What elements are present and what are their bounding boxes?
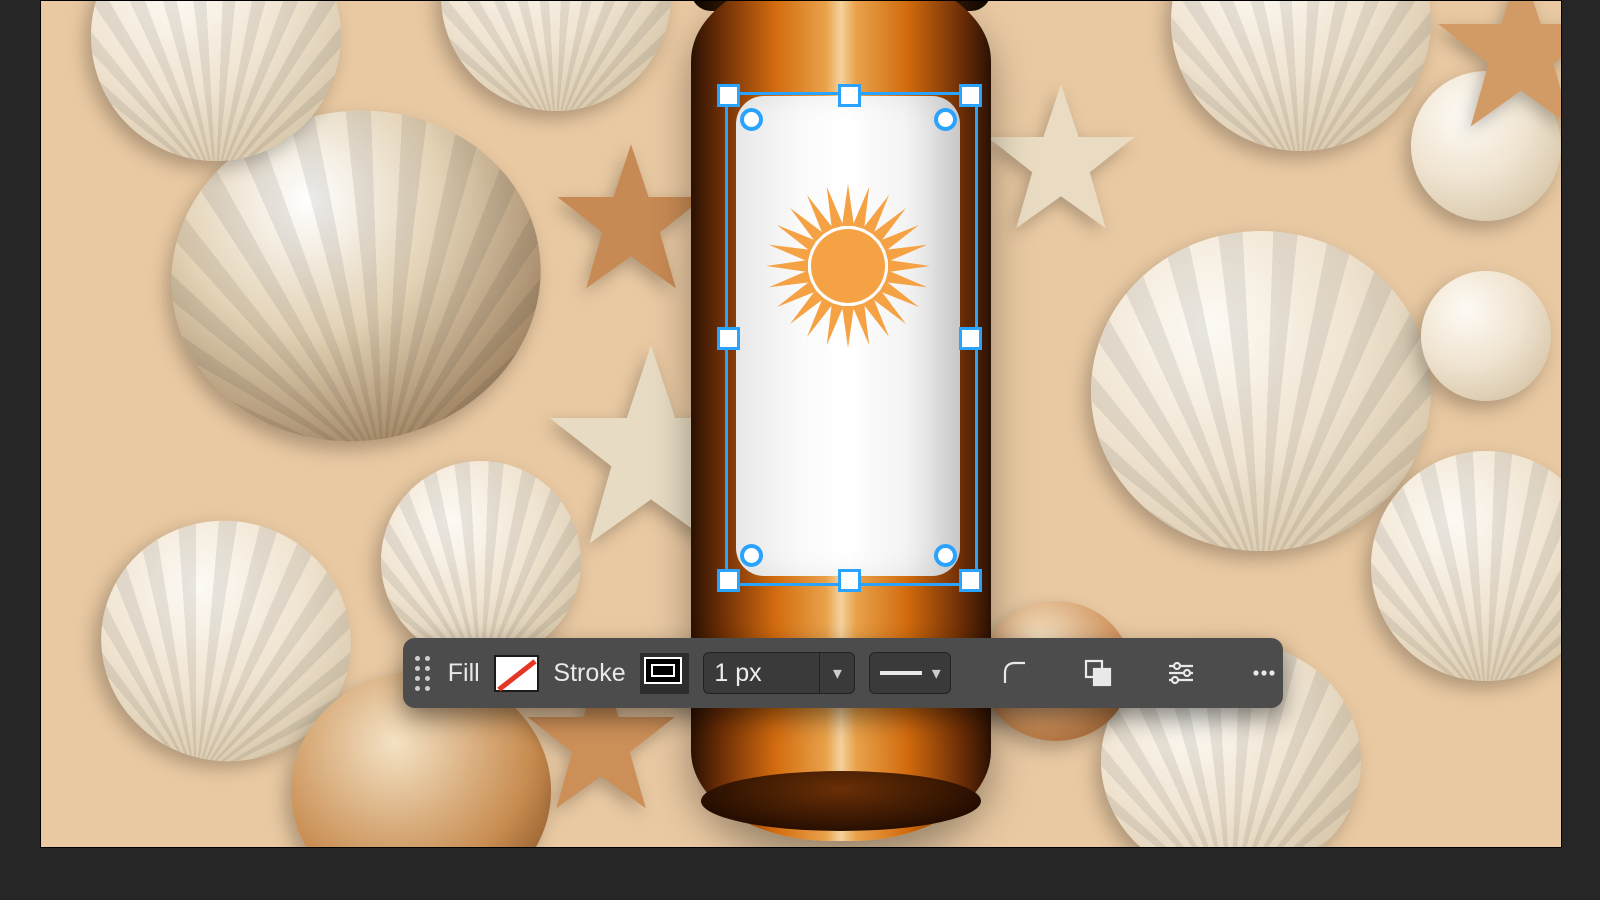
starfish xyxy=(1431,0,1562,141)
fill-label: Fill xyxy=(448,659,480,688)
corner-radius-handle-tr[interactable] xyxy=(934,108,957,131)
transform-handle-ml[interactable] xyxy=(717,327,740,350)
transform-handle-tr[interactable] xyxy=(959,84,982,107)
path-operations-icon[interactable] xyxy=(1079,653,1117,693)
sun-graphic[interactable] xyxy=(763,181,933,351)
bottle-base xyxy=(701,771,981,831)
stroke-width-input[interactable] xyxy=(704,654,819,692)
fill-swatch[interactable] xyxy=(494,655,540,692)
stroke-swatch[interactable] xyxy=(640,653,690,694)
starfish xyxy=(981,81,1141,241)
transform-handle-br[interactable] xyxy=(959,569,982,592)
transform-handle-bl[interactable] xyxy=(717,569,740,592)
corner-radius-handle-br[interactable] xyxy=(934,544,957,567)
seashell xyxy=(441,0,671,111)
starfish xyxy=(551,141,711,301)
corner-radius-handle-tl[interactable] xyxy=(740,108,763,131)
toolbar-drag-handle[interactable] xyxy=(411,656,434,691)
seashell xyxy=(1171,0,1431,151)
transform-handle-tl[interactable] xyxy=(717,84,740,107)
properties-sliders-icon[interactable] xyxy=(1162,653,1200,693)
transform-handle-bm[interactable] xyxy=(838,569,861,592)
stroke-width-field[interactable]: ▾ xyxy=(703,652,855,694)
corner-radius-icon[interactable] xyxy=(996,653,1034,693)
seashell xyxy=(1371,451,1562,681)
stroke-label: Stroke xyxy=(553,659,625,688)
transform-handle-tm[interactable] xyxy=(838,84,861,107)
corner-radius-handle-bl[interactable] xyxy=(740,544,763,567)
transform-handle-mr[interactable] xyxy=(959,327,982,350)
stroke-style-dropdown[interactable]: ▾ xyxy=(869,652,951,694)
more-options-icon[interactable] xyxy=(1245,653,1283,693)
stroke-width-dropdown[interactable]: ▾ xyxy=(819,653,854,693)
canvas[interactable]: Fill Stroke ▾ ▾ xyxy=(40,0,1562,848)
sun-core xyxy=(811,229,885,303)
seashell xyxy=(1421,271,1551,401)
shape-properties-toolbar: Fill Stroke ▾ ▾ xyxy=(403,638,1283,708)
seashell xyxy=(1091,231,1431,551)
